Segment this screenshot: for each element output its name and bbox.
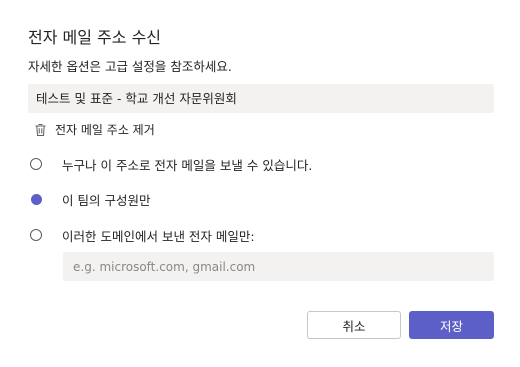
- radio-team-members-only[interactable]: [31, 193, 42, 205]
- email-settings-dialog: 전자 메일 주소 수신 자세한 옵션은 고급 설정을 참조하세요. 테스트 및 …: [0, 0, 520, 367]
- cancel-button[interactable]: 취소: [307, 311, 401, 339]
- dialog-title: 전자 메일 주소 수신: [28, 28, 162, 47]
- remove-email-address-label: 전자 메일 주소 제거: [55, 122, 155, 137]
- option-specified-domains[interactable]: 이러한 도메인에서 보낸 전자 메일만:: [30, 225, 255, 245]
- option-anyone[interactable]: 누구나 이 주소로 전자 메일을 보낼 수 있습니다.: [30, 154, 312, 174]
- trash-icon: [34, 122, 47, 136]
- option-anyone-label: 누구나 이 주소로 전자 메일을 보낼 수 있습니다.: [62, 157, 313, 173]
- save-button[interactable]: 저장: [409, 311, 494, 339]
- radio-anyone[interactable]: [30, 158, 42, 170]
- domain-list-input[interactable]: [63, 252, 494, 281]
- dialog-subtitle: 자세한 옵션은 고급 설정을 참조하세요.: [28, 59, 232, 74]
- radio-specified-domains[interactable]: [30, 229, 42, 241]
- option-specified-domains-label: 이러한 도메인에서 보낸 전자 메일만:: [62, 228, 255, 244]
- email-address-field[interactable]: 테스트 및 표준 - 학교 개선 자문위원회: [28, 84, 494, 113]
- remove-email-address-button[interactable]: 전자 메일 주소 제거: [34, 120, 155, 138]
- option-team-members-only-label: 이 팀의 구성원만: [62, 192, 151, 208]
- option-team-members-only[interactable]: 이 팀의 구성원만: [30, 189, 150, 209]
